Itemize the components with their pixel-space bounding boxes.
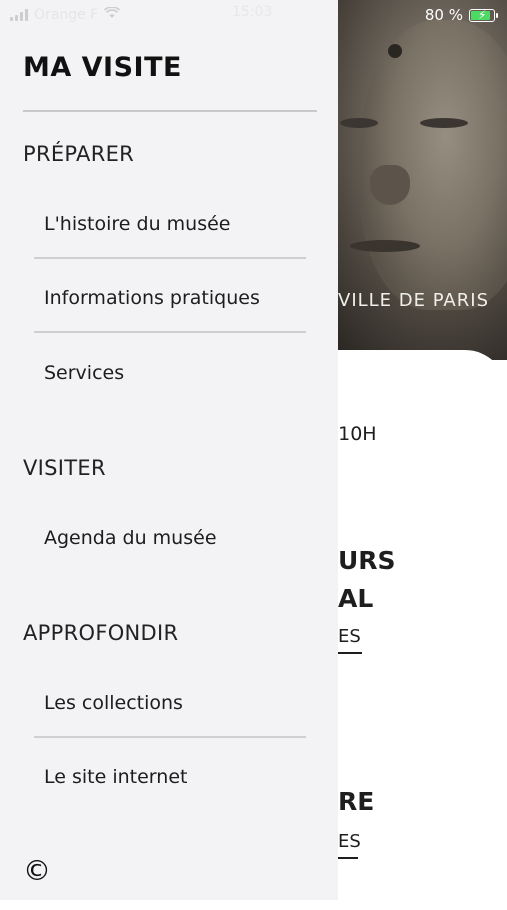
carrier-name: Orange F <box>34 7 99 23</box>
menu-divider <box>34 331 306 333</box>
menu-item-informations[interactable]: Informations pratiques <box>44 287 260 309</box>
section-heading-2: RE <box>338 787 375 816</box>
section-link-1[interactable]: ES <box>338 626 362 654</box>
navigation-drawer: MA VISITE PRÉPARER L'histoire du musée I… <box>0 0 338 900</box>
status-right: 80 % ⚡ <box>424 4 498 26</box>
status-time: 15:03 <box>232 4 273 20</box>
menu-divider <box>34 736 306 738</box>
section-heading-1: URS AL <box>338 546 396 613</box>
menu-item-histoire[interactable]: L'histoire du musée <box>44 213 230 235</box>
section-title-preparer: PRÉPARER <box>23 142 135 166</box>
battery-charging-icon: ⚡ <box>469 8 498 22</box>
wifi-icon <box>104 6 121 23</box>
section-link-2[interactable]: ES <box>338 831 361 859</box>
section-title-approfondir: APPROFONDIR <box>23 621 179 645</box>
cellular-signal-icon <box>10 9 28 21</box>
menu-item-services[interactable]: Services <box>44 362 124 384</box>
section-title-visiter: VISITER <box>23 456 106 480</box>
menu-item-collections[interactable]: Les collections <box>44 692 183 714</box>
menu-divider <box>34 257 306 259</box>
menu-item-site-internet[interactable]: Le site internet <box>44 766 187 788</box>
menu-item-agenda[interactable]: Agenda du musée <box>44 527 217 549</box>
status-left: Orange F <box>10 4 121 26</box>
battery-percent: 80 % <box>424 6 463 24</box>
copyright-icon[interactable]: © <box>22 856 52 886</box>
drawer-title: MA VISITE <box>23 52 182 83</box>
title-divider <box>23 110 317 112</box>
